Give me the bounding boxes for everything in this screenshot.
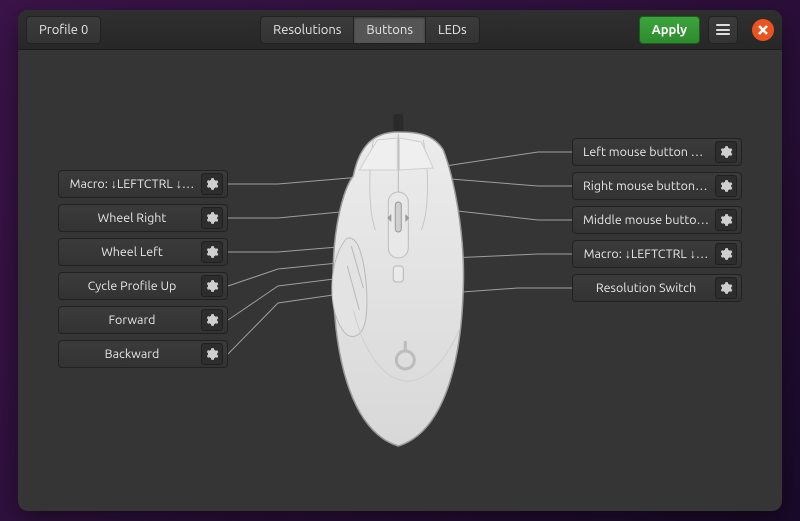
btn-macro-right[interactable]: Macro: ↓LEFTCTRL ↓… (572, 240, 742, 268)
gear-icon[interactable] (715, 175, 737, 197)
app-window: Profile 0 Resolutions Buttons LEDs Apply (18, 10, 782, 511)
menu-button[interactable] (708, 16, 738, 44)
tab-leds[interactable]: LEDs (425, 16, 480, 44)
btn-left-click[interactable]: Left mouse button cli… (572, 138, 742, 166)
close-button[interactable] (752, 19, 774, 41)
profile-selector[interactable]: Profile 0 (26, 16, 101, 44)
btn-wheel-left[interactable]: Wheel Left (58, 238, 228, 266)
btn-wheel-right[interactable]: Wheel Right (58, 204, 228, 232)
mouse-diagram (313, 110, 483, 450)
label: Wheel Left (69, 245, 195, 259)
btn-res-switch[interactable]: Resolution Switch (572, 274, 742, 302)
label: Middle mouse butto… (583, 213, 709, 227)
gear-icon[interactable] (201, 207, 223, 229)
left-button-panel: Macro: ↓LEFTCTRL ↓… Wheel Right Wheel Le… (58, 170, 228, 368)
label: Resolution Switch (583, 281, 709, 295)
gear-icon[interactable] (715, 243, 737, 265)
label: Right mouse button … (583, 179, 709, 193)
btn-middle-click[interactable]: Middle mouse butto… (572, 206, 742, 234)
gear-icon[interactable] (201, 173, 223, 195)
view-tabs: Resolutions Buttons LEDs (260, 16, 480, 44)
apply-button[interactable]: Apply (639, 16, 700, 44)
label: Left mouse button cli… (583, 145, 709, 159)
gear-icon[interactable] (201, 309, 223, 331)
hamburger-icon (716, 24, 730, 35)
label: Wheel Right (69, 211, 195, 225)
label: Cycle Profile Up (69, 279, 195, 293)
label: Forward (69, 313, 195, 327)
gear-icon[interactable] (715, 277, 737, 299)
label: Backward (69, 347, 195, 361)
tab-buttons[interactable]: Buttons (353, 16, 425, 44)
headerbar: Profile 0 Resolutions Buttons LEDs Apply (18, 10, 782, 50)
close-icon (758, 25, 768, 35)
label: Macro: ↓LEFTCTRL ↓… (69, 177, 195, 191)
profile-label: Profile 0 (39, 23, 88, 37)
gear-icon[interactable] (201, 343, 223, 365)
btn-right-click[interactable]: Right mouse button … (572, 172, 742, 200)
btn-macro-left[interactable]: Macro: ↓LEFTCTRL ↓… (58, 170, 228, 198)
tab-resolutions[interactable]: Resolutions (260, 16, 353, 44)
gear-icon[interactable] (201, 275, 223, 297)
btn-forward[interactable]: Forward (58, 306, 228, 334)
content: Macro: ↓LEFTCTRL ↓… Wheel Right Wheel Le… (18, 50, 782, 511)
btn-backward[interactable]: Backward (58, 340, 228, 368)
gear-icon[interactable] (715, 141, 737, 163)
gear-icon[interactable] (715, 209, 737, 231)
label: Macro: ↓LEFTCTRL ↓… (583, 247, 709, 261)
gear-icon[interactable] (201, 241, 223, 263)
btn-cycle-profile[interactable]: Cycle Profile Up (58, 272, 228, 300)
right-button-panel: Left mouse button cli… Right mouse butto… (572, 138, 742, 302)
